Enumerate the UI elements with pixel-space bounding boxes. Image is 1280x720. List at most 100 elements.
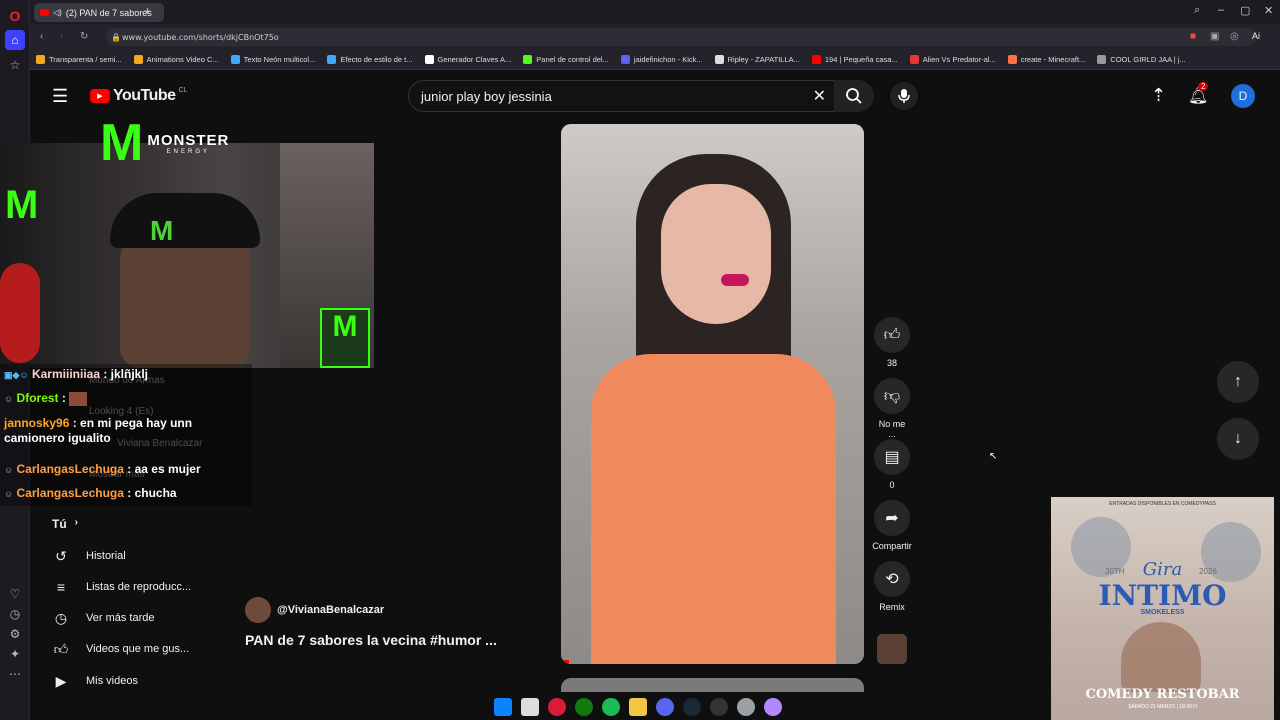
app-icon[interactable] <box>737 697 755 716</box>
heart-icon[interactable]: ♡ <box>5 584 25 604</box>
search-tabs-icon[interactable]: ⌕ <box>1194 4 1200 17</box>
short-video-player[interactable] <box>561 124 864 664</box>
share-button[interactable]: ➦ Compartir <box>870 500 914 551</box>
sidebar-item-watch-later[interactable]: ◷ Ver más tarde <box>52 606 222 630</box>
lightbulb-icon[interactable]: ✦ <box>5 644 25 664</box>
microphone-icon <box>898 89 910 103</box>
minimize-button[interactable]: – <box>1218 4 1224 16</box>
app-icon-2[interactable] <box>764 697 782 716</box>
bookmark-item[interactable]: jaidefinichon - Kick... <box>615 50 709 70</box>
bookmark-item[interactable]: Efecto de estilo de t... <box>321 50 418 70</box>
menu-hamburger-icon[interactable]: ☰ <box>52 86 68 107</box>
bookmark-item[interactable]: create - Minecraft... <box>1002 50 1092 70</box>
bookmarks-bar: Transparenta / semi... Animations Video … <box>30 50 1280 70</box>
streamer-webcam: M M M <box>0 143 374 368</box>
url-field[interactable]: 🔒 www.youtube.com/shorts/dkjCBnOt75o <box>106 28 1256 46</box>
extension-icon[interactable]: ■ <box>1190 31 1196 42</box>
country-code: CL <box>178 87 188 94</box>
like-button[interactable]: 👍︎ 38 <box>874 317 910 368</box>
upload-icon[interactable]: ⇡ <box>1151 85 1166 106</box>
channel-avatar[interactable] <box>245 597 271 623</box>
sidebar-item-liked[interactable]: 👍︎ Videos que me gus... <box>52 637 222 661</box>
badge-icon: ☺ <box>4 465 14 475</box>
forward-icon[interactable]: › <box>60 31 63 42</box>
bookmark-item[interactable]: Texto Neón multicol... <box>225 50 322 70</box>
voice-search-button[interactable] <box>890 82 918 110</box>
bookmark-item[interactable]: Panel de control del... <box>517 50 615 70</box>
home-icon[interactable]: ⌂ <box>5 30 25 50</box>
bookmark-item[interactable]: Animations Video C... <box>128 50 225 70</box>
sidebar-item-label: Listas de reproducc... <box>86 581 192 593</box>
history-clock-icon[interactable]: ◷ <box>5 604 25 624</box>
sidebar-item-label: Videos que me gus... <box>86 643 190 655</box>
remix-button[interactable]: ⟲ Remix <box>874 561 910 612</box>
section-title: Tú <box>52 517 67 531</box>
ai-button[interactable]: Ai <box>1252 31 1260 41</box>
notifications-button[interactable]: 🔔︎ 2 <box>1188 82 1209 106</box>
youtube-favicon-icon <box>40 9 49 16</box>
channel-info[interactable]: @VivianaBenalcazar <box>245 597 384 623</box>
bookmark-item[interactable]: Ripley - ZAPATILLA... <box>709 50 806 70</box>
search-input[interactable]: junior play boy jessinia ✕ <box>408 80 835 112</box>
dislike-button[interactable]: 👎︎ No me ... <box>874 378 910 439</box>
badge-icon: ☺ <box>4 489 14 499</box>
reload-icon[interactable]: ↻ <box>80 31 88 42</box>
extension-icon-2[interactable]: ▣ <box>1210 31 1219 42</box>
spotify-icon[interactable] <box>602 697 620 716</box>
bookmark-item[interactable]: Generador Claves A... <box>419 50 518 70</box>
xbox-icon[interactable] <box>575 697 593 716</box>
lock-icon: 🔒 <box>111 32 121 42</box>
pin-icon[interactable]: ☆ <box>5 55 25 75</box>
channel-name[interactable]: @VivianaBenalcazar <box>277 604 384 616</box>
discord-icon[interactable] <box>656 697 674 716</box>
you-section-header[interactable]: Tú › <box>52 517 78 531</box>
search-button[interactable] <box>834 80 874 112</box>
extension-icon-3[interactable]: ◎ <box>1230 31 1239 42</box>
speaker-icon[interactable]: ◁) <box>53 8 62 17</box>
file-explorer-icon[interactable] <box>629 697 647 716</box>
opera-logo-icon[interactable]: O <box>5 6 25 26</box>
comment-count: 0 <box>889 480 895 490</box>
sidebar-item-playlists[interactable]: ≡ Listas de reproducc... <box>52 575 222 599</box>
share-arrow-icon: ➦ <box>874 500 910 536</box>
task-view-icon[interactable] <box>521 697 539 716</box>
back-icon[interactable]: ‹ <box>40 31 43 42</box>
previous-short-button[interactable]: ↑ <box>1217 361 1259 403</box>
steam-icon[interactable] <box>683 697 701 716</box>
stream-chat: ▣◆☺ Karmiiiniiaa : jklñjklj ☺ Dforest : … <box>0 364 252 506</box>
thumb-down-icon: 👎︎ <box>874 378 910 414</box>
chevron-right-icon: › <box>74 517 79 528</box>
bookmark-item[interactable]: Transparenta / semi... <box>30 50 128 70</box>
next-short-preview[interactable] <box>561 678 864 692</box>
thumb-up-icon: 👍︎ <box>874 317 910 353</box>
windows-taskbar <box>490 693 790 720</box>
arrow-up-icon: ↑ <box>1234 373 1242 390</box>
dislike-label: No me ... <box>878 419 906 439</box>
bookmark-item[interactable]: 194 | Pequeña casa... <box>806 50 904 70</box>
new-tab-button[interactable]: + <box>144 4 151 18</box>
more-dots-icon[interactable]: ⋯ <box>5 664 25 684</box>
windows-start-icon[interactable] <box>494 697 512 716</box>
badge-icon: ▣◆☺ <box>4 370 29 380</box>
obs-icon[interactable] <box>710 697 728 716</box>
poster-title: INTIMO <box>1098 579 1227 612</box>
settings-gear-icon[interactable]: ⚙ <box>5 624 25 644</box>
opera-taskbar-icon[interactable] <box>548 697 566 716</box>
comment-icon: ▤ <box>874 439 910 475</box>
short-title[interactable]: PAN de 7 sabores la vecina #humor ... <box>245 632 545 648</box>
sound-thumbnail[interactable] <box>877 634 907 664</box>
brand-subtext: ENERGY <box>166 148 210 155</box>
close-window-button[interactable]: ✕ <box>1264 4 1273 17</box>
maximize-button[interactable]: ▢ <box>1240 4 1250 17</box>
comments-button[interactable]: ▤ 0 <box>874 439 910 490</box>
avatar[interactable]: D <box>1231 84 1255 108</box>
share-label: Compartir <box>872 541 912 551</box>
next-short-button[interactable]: ↓ <box>1217 418 1259 460</box>
bookmark-item[interactable]: COOL GIRLD JAA | j... <box>1091 50 1191 70</box>
clear-search-icon[interactable]: ✕ <box>813 86 826 106</box>
bookmark-item[interactable]: Alien Vs Predator-al... <box>904 50 1002 70</box>
remix-icon: ⟲ <box>874 561 910 597</box>
sidebar-item-history[interactable]: ↺ Historial <box>52 544 222 568</box>
youtube-logo[interactable]: ▶ YouTube CL <box>90 87 188 105</box>
sidebar-item-my-videos[interactable]: ▶ Mis videos <box>52 669 222 693</box>
